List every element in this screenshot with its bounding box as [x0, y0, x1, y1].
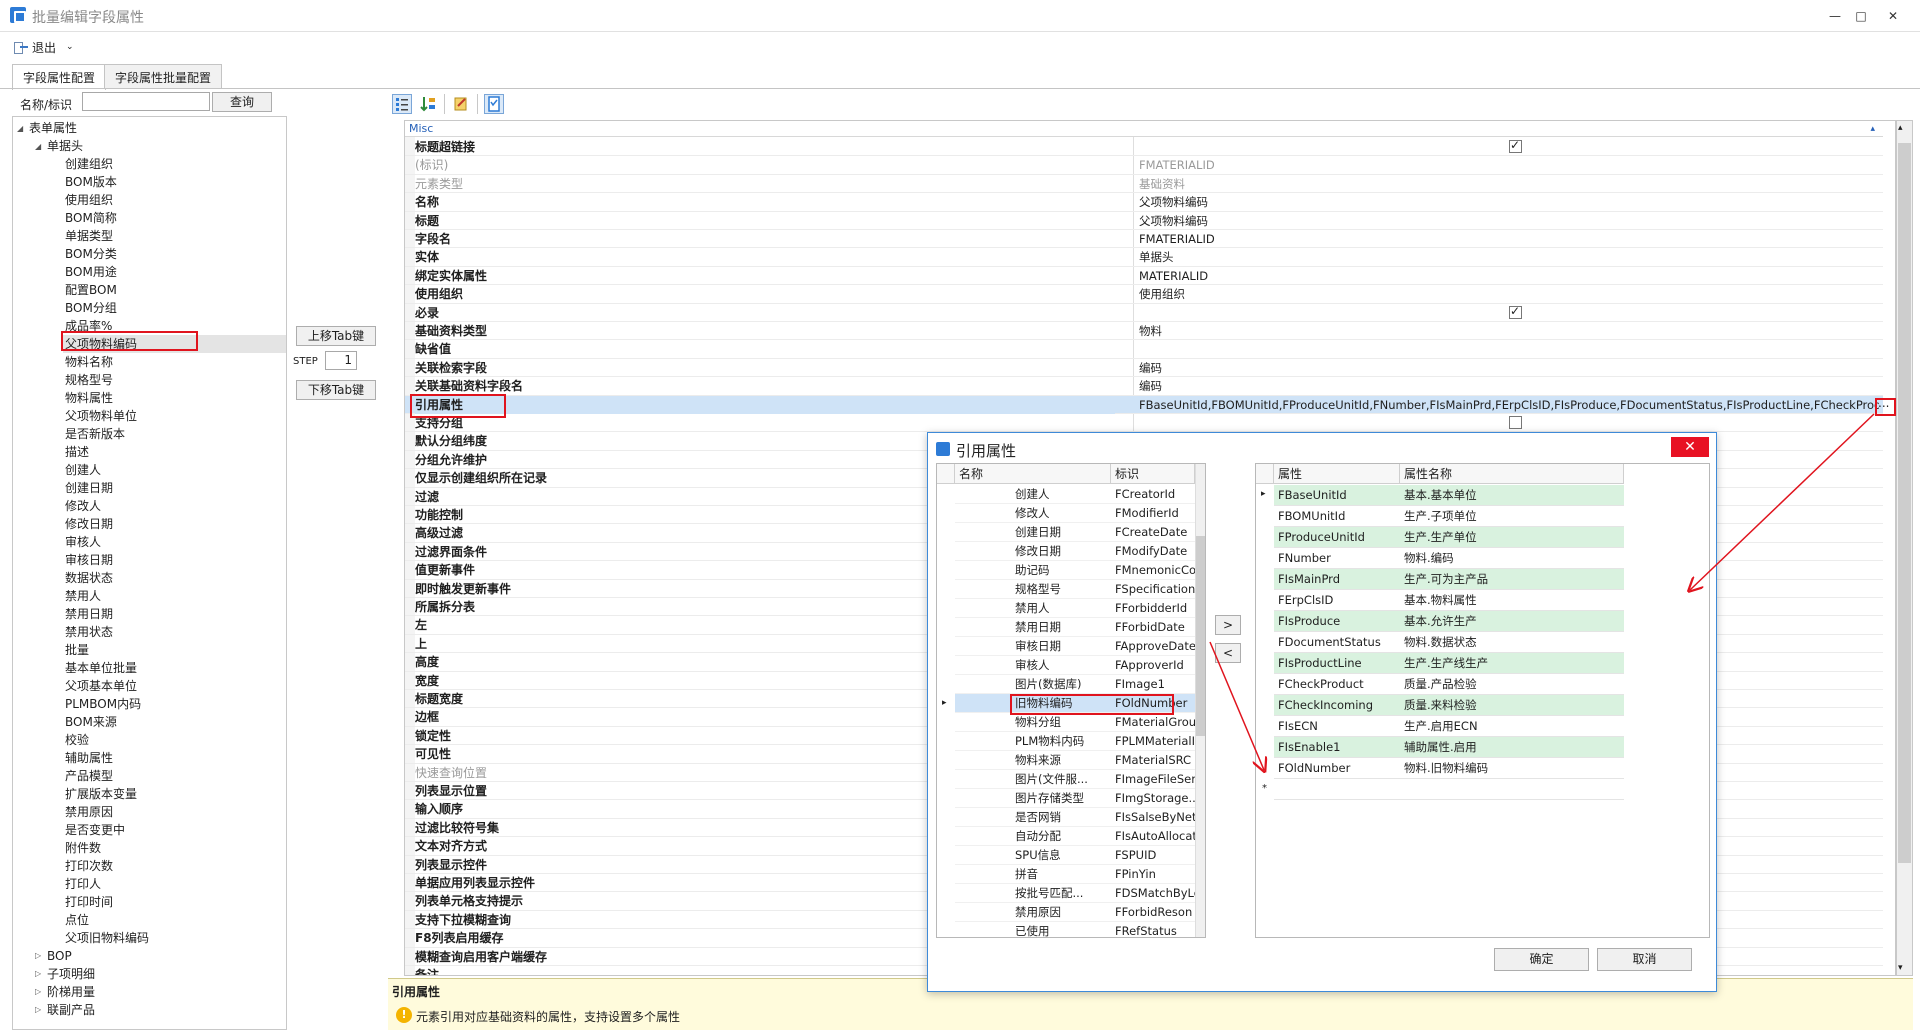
annotation-arrow-to-list	[1690, 413, 1875, 590]
annotation-arrow-to-new-row	[1209, 641, 1264, 770]
highlight-old-number-row	[1010, 694, 1174, 715]
highlight-tree-item	[61, 331, 198, 351]
annotation-overlay	[1209, 413, 1875, 1030]
highlight-reference-property	[410, 394, 506, 418]
highlight-ellipsis	[1875, 398, 1896, 416]
